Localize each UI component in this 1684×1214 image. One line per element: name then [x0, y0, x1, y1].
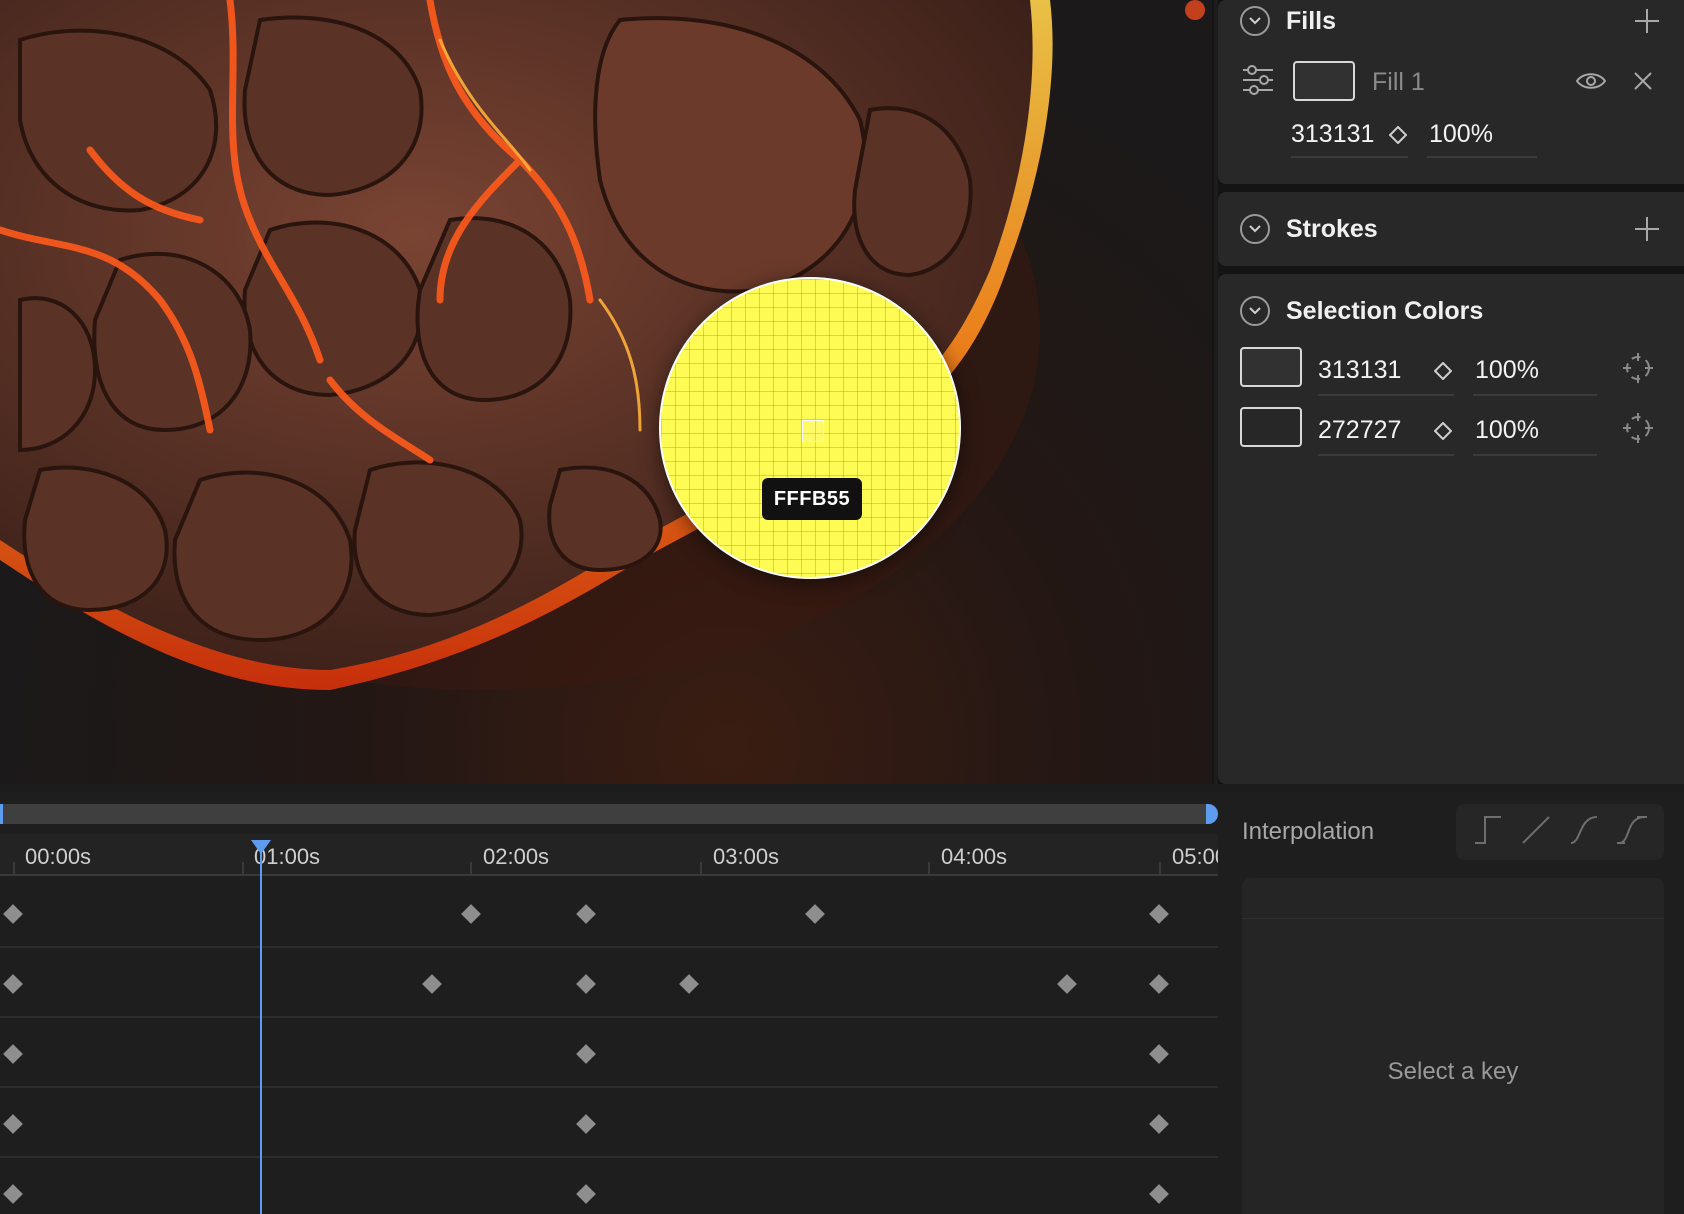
opacity-diamond-icon [1432, 360, 1454, 382]
selection-color-hex-input[interactable]: 272727 [1318, 416, 1401, 445]
chevron-down-icon[interactable] [1240, 6, 1270, 36]
fill-opacity-input[interactable]: 100% [1429, 120, 1493, 149]
keyframe-track-row[interactable] [0, 1088, 1218, 1158]
curve-editor: Select a key [1242, 878, 1664, 1214]
picked-color-hex-label: FFFB55 [762, 478, 862, 520]
timeline: 00:00s 01:00s 02:00s 03:00s 04:00s 05:00… [0, 792, 1218, 1214]
strokes-title: Strokes [1286, 214, 1378, 243]
fill-hex-underline [1291, 156, 1408, 158]
chevron-down-icon[interactable] [1240, 296, 1270, 326]
fill-name: Fill 1 [1372, 68, 1425, 96]
selection-color-swatch[interactable] [1240, 407, 1302, 447]
playhead-handle[interactable] [251, 840, 271, 854]
loupe-target-pixel [802, 420, 824, 442]
selection-colors-header[interactable]: Selection Colors [1240, 294, 1483, 328]
interpolation-title: Interpolation [1242, 818, 1375, 845]
sliders-icon [1243, 65, 1273, 95]
remove-fill-button[interactable] [1628, 66, 1658, 96]
fills-section: Fills Fill 1 313131 100% [1218, 0, 1684, 184]
chevron-down-icon[interactable] [1240, 214, 1270, 244]
fill-hex-input[interactable]: 313131 [1291, 120, 1374, 149]
close-icon [1634, 72, 1652, 90]
time-tick-label: 05:00s [1172, 844, 1218, 869]
interpolation-panel: Interpolation Select a key [1218, 792, 1684, 1214]
fill-settings-button[interactable] [1240, 62, 1276, 98]
keyframe-track-row[interactable] [0, 1018, 1218, 1088]
tick-mark [470, 862, 472, 876]
add-stroke-button[interactable] [1632, 214, 1662, 244]
linear-curve-icon[interactable] [1519, 813, 1553, 852]
selection-color-opacity-input[interactable]: 100% [1475, 356, 1539, 385]
curve-editor-divider [1242, 918, 1664, 919]
opacity-underline [1473, 394, 1597, 396]
selection-colors-title: Selection Colors [1286, 296, 1484, 325]
time-tick-label: 02:00s [483, 844, 550, 869]
selection-color-opacity-input[interactable]: 100% [1475, 416, 1539, 445]
selection-color-swatch[interactable] [1240, 347, 1302, 387]
tick-mark [700, 862, 702, 876]
empty-state-text: Select a key [1387, 1058, 1519, 1085]
lava-cube-artwork [0, 0, 1205, 690]
color-picker-loupe[interactable]: FFFB55 [659, 277, 961, 579]
plus-icon [1635, 217, 1659, 241]
fills-header[interactable]: Fills [1240, 4, 1336, 38]
keyframe-track-row[interactable] [0, 948, 1218, 1018]
opacity-diamond-icon [1432, 420, 1454, 442]
canvas[interactable]: FFFB55 [0, 0, 1214, 784]
opacity-underline [1473, 454, 1597, 456]
time-tick-label: 03:00s [713, 844, 780, 869]
selection-colors-section: Selection Colors 313131 100% 272727 100% [1218, 274, 1684, 784]
hex-underline [1318, 454, 1454, 456]
tick-mark [242, 862, 244, 876]
time-tick-label: 04:00s [941, 844, 1008, 869]
keyframe-track-row[interactable] [0, 878, 1218, 948]
hex-underline [1318, 394, 1454, 396]
ease-curve-icon[interactable] [1567, 813, 1601, 852]
playhead[interactable] [260, 842, 262, 1214]
timeline-scroll-bar[interactable] [0, 804, 1212, 824]
plus-icon [1635, 9, 1659, 33]
strokes-section: Strokes [1218, 192, 1684, 266]
fill-color-swatch[interactable] [1293, 61, 1355, 101]
add-fill-button[interactable] [1632, 6, 1662, 36]
fills-title: Fills [1286, 6, 1337, 35]
time-ruler[interactable] [0, 834, 1218, 876]
eye-icon [1575, 73, 1607, 89]
select-matching-layers-button[interactable] [1622, 352, 1654, 384]
step-curve-icon[interactable] [1471, 813, 1505, 852]
timeline-scroll-handle[interactable] [1206, 804, 1218, 824]
toggle-fill-visibility-button[interactable] [1574, 64, 1608, 98]
interpolation-toolbar [1456, 804, 1664, 860]
time-tick-label: 00:00s [25, 844, 92, 869]
selection-color-hex-input[interactable]: 313131 [1318, 356, 1401, 385]
tick-mark [13, 862, 15, 876]
fill-opacity-underline [1427, 156, 1537, 158]
tick-mark [928, 862, 930, 876]
properties-panel: Fills Fill 1 313131 100% Strokes Selecti… [1218, 0, 1684, 784]
opacity-diamond-icon [1387, 124, 1409, 146]
target-icon [1623, 353, 1653, 383]
strokes-header[interactable]: Strokes [1240, 212, 1378, 246]
keyframe-track-row[interactable] [0, 1158, 1218, 1214]
target-icon [1623, 413, 1653, 443]
select-matching-layers-button[interactable] [1622, 412, 1654, 444]
tick-mark [1159, 862, 1161, 876]
custom-curve-icon[interactable] [1615, 813, 1649, 852]
